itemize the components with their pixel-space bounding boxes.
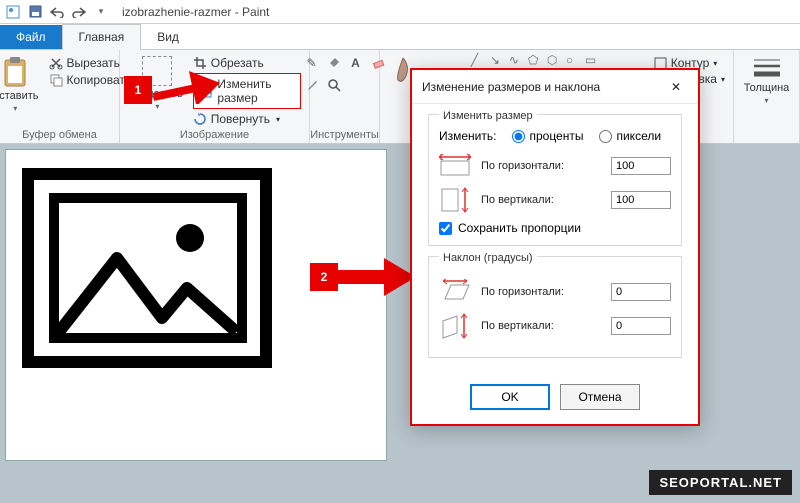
app-icon — [6, 5, 20, 19]
callout-1: 1 — [124, 76, 152, 104]
horizontal-label: По горизонтали: — [481, 160, 601, 172]
radio-percent[interactable]: проценты — [512, 129, 583, 143]
close-icon: ✕ — [671, 80, 681, 94]
copy-icon — [49, 73, 63, 87]
skew-vertical-input[interactable] — [611, 317, 671, 335]
undo-icon[interactable] — [50, 5, 64, 19]
pencil-icon[interactable]: ✎ — [303, 54, 321, 72]
ok-button[interactable]: OK — [470, 384, 550, 410]
vertical-label: По вертикали: — [481, 194, 601, 206]
ribbon-tabs: Файл Главная Вид — [0, 24, 800, 50]
group-clipboard: Вставить ▾ Вырезать Копировать Буфер обм… — [0, 50, 120, 143]
resize-legend: Изменить размер — [439, 110, 537, 122]
by-label: Изменить: — [439, 129, 496, 143]
thickness-button[interactable]: Толщина ▾ — [740, 54, 794, 107]
horizontal-input[interactable] — [611, 157, 671, 175]
canvas[interactable] — [6, 150, 386, 460]
magnifier-icon[interactable] — [325, 76, 343, 94]
qat-dropdown-icon[interactable]: ▾ — [94, 5, 108, 19]
skew-fieldset: Наклон (градусы) По горизонтали: По верт… — [428, 256, 682, 358]
horizontal-skew-icon — [439, 279, 471, 305]
radio-pixels[interactable]: пиксели — [599, 129, 661, 143]
resize-dialog: Изменение размеров и наклона ✕ Изменить … — [410, 68, 700, 426]
skew-horizontal-input[interactable] — [611, 283, 671, 301]
group-label-image: Изображение — [180, 129, 249, 141]
horizontal-resize-icon — [439, 153, 471, 179]
tab-file[interactable]: Файл — [0, 25, 62, 49]
image-placeholder-icon — [22, 168, 272, 368]
save-icon[interactable] — [28, 5, 42, 19]
clipboard-icon — [1, 56, 29, 88]
watermark: SEOPORTAL.NET — [649, 470, 792, 495]
eyedropper-icon[interactable] — [303, 76, 321, 94]
text-icon[interactable]: A — [347, 54, 365, 72]
rotate-icon — [193, 112, 207, 126]
close-button[interactable]: ✕ — [664, 75, 688, 99]
group-tools: ✎ A Инструменты — [310, 50, 380, 143]
vertical-resize-icon — [439, 187, 471, 213]
cancel-button[interactable]: Отмена — [560, 384, 640, 410]
tools-palette[interactable]: ✎ A — [303, 54, 387, 94]
redo-icon[interactable] — [72, 5, 86, 19]
skew-vertical-label: По вертикали: — [481, 320, 601, 332]
crop-button[interactable]: Обрезать — [193, 56, 301, 70]
skew-legend: Наклон (градусы) — [439, 252, 537, 264]
skew-horizontal-label: По горизонтали: — [481, 286, 601, 298]
group-thickness: Толщина ▾ — [734, 50, 800, 143]
resize-fieldset: Изменить размер Изменить: проценты пиксе… — [428, 114, 682, 246]
vertical-skew-icon — [439, 313, 471, 339]
tab-home[interactable]: Главная — [62, 24, 142, 50]
rotate-button[interactable]: Повернуть▾ — [193, 112, 301, 126]
dialog-titlebar: Изменение размеров и наклона ✕ — [412, 70, 698, 104]
crop-icon — [193, 56, 207, 70]
bucket-icon[interactable] — [325, 54, 343, 72]
callout-2: 2 — [310, 263, 338, 291]
paste-button[interactable]: Вставить ▾ — [0, 54, 43, 115]
cut-button[interactable]: Вырезать — [49, 56, 132, 70]
window-title: izobrazhenie-razmer - Paint — [122, 5, 269, 19]
resize-icon — [202, 84, 213, 98]
keep-aspect-checkbox[interactable]: Сохранить пропорции — [439, 221, 671, 235]
resize-button[interactable]: Изменить размер — [193, 73, 301, 109]
quick-access-toolbar: ▾ izobrazhenie-razmer - Paint — [0, 0, 800, 24]
thickness-icon — [752, 56, 782, 80]
tab-view[interactable]: Вид — [141, 25, 195, 49]
scissors-icon — [49, 56, 63, 70]
vertical-input[interactable] — [611, 191, 671, 209]
chevron-down-icon: ▾ — [13, 104, 17, 113]
copy-button[interactable]: Копировать — [49, 73, 132, 87]
chevron-down-icon: ▾ — [155, 102, 159, 111]
dialog-title: Изменение размеров и наклона — [422, 80, 600, 94]
group-label-clipboard: Буфер обмена — [22, 129, 97, 141]
group-label-tools: Инструменты — [310, 129, 379, 141]
